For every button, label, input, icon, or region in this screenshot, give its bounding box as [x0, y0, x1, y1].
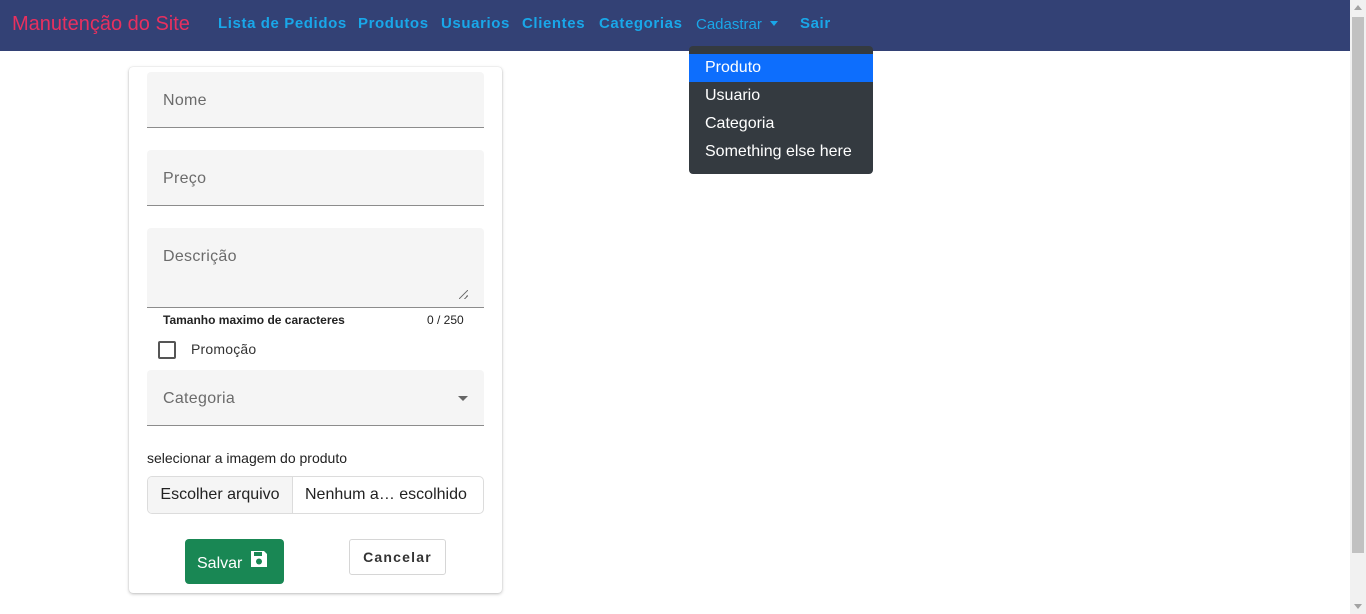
scroll-down-arrow-icon[interactable]	[1354, 604, 1362, 609]
max-chars-hint: Tamanho maximo de caracteres	[163, 313, 345, 327]
nav-dropdown-cadastrar[interactable]: Cadastrar	[696, 16, 778, 33]
dropdown-item-categoria[interactable]: Categoria	[689, 110, 873, 138]
nav-link-clientes[interactable]: Clientes	[522, 15, 585, 32]
char-counter: 0 / 250	[427, 313, 464, 327]
name-field-label: Nome	[163, 92, 207, 109]
floppy-disk-icon	[251, 551, 267, 567]
dropdown-item-produto[interactable]: Produto	[689, 54, 873, 82]
description-field-label: Descrição	[163, 248, 237, 265]
nav-link-lista-de-pedidos[interactable]: Lista de Pedidos	[218, 15, 347, 32]
save-button[interactable]: Salvar	[185, 539, 284, 584]
nav-link-usuarios[interactable]: Usuarios	[441, 15, 510, 32]
product-form-card: Nome Preço Descrição Tamanho maximo de c…	[129, 67, 502, 593]
name-field[interactable]: Nome	[147, 72, 484, 128]
scroll-up-arrow-icon[interactable]	[1354, 5, 1362, 10]
price-field[interactable]: Preço	[147, 150, 484, 206]
nav-dropdown-label: Cadastrar	[696, 16, 762, 33]
caret-down-icon	[769, 21, 778, 26]
file-status-text: Nenhum a… escolhido	[305, 486, 467, 503]
cadastrar-dropdown-menu: Produto Usuario Categoria Something else…	[689, 46, 873, 174]
dropdown-item-something-else[interactable]: Something else here	[689, 138, 873, 166]
vertical-scrollbar[interactable]	[1350, 0, 1366, 614]
image-file-input[interactable]: Escolher arquivo Nenhum a… escolhido	[147, 476, 484, 514]
nav-link-sair[interactable]: Sair	[800, 15, 831, 32]
cancel-button[interactable]: Cancelar	[349, 539, 446, 575]
dropdown-item-usuario[interactable]: Usuario	[689, 82, 873, 110]
price-field-label: Preço	[163, 170, 207, 187]
promo-checkbox[interactable]	[158, 341, 176, 359]
nav-link-categorias[interactable]: Categorias	[599, 15, 683, 32]
scrollbar-thumb[interactable]	[1352, 17, 1364, 553]
image-upload-caption: selecionar a imagem do produto	[147, 450, 348, 466]
category-select[interactable]: Categoria	[147, 370, 484, 426]
description-textarea[interactable]: Descrição	[147, 228, 484, 308]
top-navbar: Manutenção do Site Lista de Pedidos Prod…	[0, 0, 1350, 51]
save-button-label: Salvar	[197, 555, 243, 572]
choose-file-button[interactable]: Escolher arquivo	[148, 477, 293, 513]
promo-checkbox-label: Promoção	[191, 341, 257, 357]
brand-link[interactable]: Manutenção do Site	[12, 13, 190, 36]
dropdown-arrow-icon	[458, 396, 468, 401]
nav-link-produtos[interactable]: Produtos	[358, 15, 429, 32]
resize-handle-icon[interactable]	[459, 290, 468, 299]
category-select-label: Categoria	[163, 390, 236, 407]
